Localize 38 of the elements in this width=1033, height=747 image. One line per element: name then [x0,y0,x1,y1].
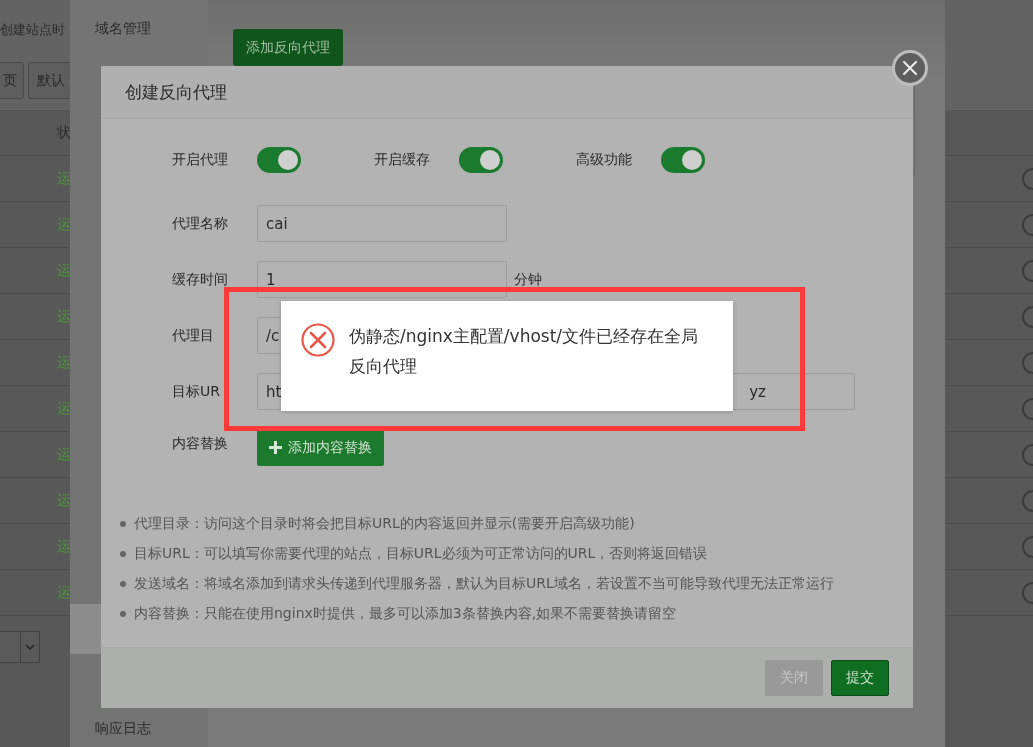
close-icon [902,60,918,76]
status-cell: 运 [57,169,71,188]
switch-label: 高级功能 [576,151,633,169]
status-cell: 运 [57,215,71,234]
switch-label: 开启代理 [172,151,229,169]
status-cell: 运 [57,491,71,510]
field-label: 缓存时间 [172,270,229,289]
status-cell: 运 [57,537,71,556]
sidebar-item[interactable]: 响应日志 [70,704,208,747]
field-label: 代理名称 [172,214,229,233]
help-note: 代理目录：访问这个目录时将会把目标URL的内容返回并显示(需要开启高级功能) [134,514,635,533]
submit-button[interactable]: 提交 [831,660,889,696]
toggle-switch[interactable] [459,147,503,173]
add-content-replace-button[interactable]: 添加内容替换 [257,429,384,466]
dialog-title: 创建反向代理 [125,80,227,104]
toggle-switch[interactable] [257,147,301,173]
field-label: 内容替换 [172,434,229,453]
field-label: 目标UR [172,382,221,401]
status-cell: 运 [57,307,71,326]
status-cell: 运 [57,261,71,280]
status-cell: 运 [57,445,71,464]
input-field[interactable]: cai [257,205,507,242]
error-icon [301,323,335,357]
plus-icon [269,441,282,454]
status-cell: 运 [57,353,71,372]
add-proxy-button[interactable]: 添加反向代理 [233,29,343,66]
unit-label: 分钟 [514,270,542,289]
status-cell: 运 [57,399,71,418]
help-note: 目标URL：可以填写你需要代理的站点，目标URL必须为可正常访问的URL，否则将返回错误 [134,544,708,563]
sidebar-item[interactable]: 域名管理 [70,4,208,54]
toggle-switch[interactable] [661,147,705,173]
help-note: 发送域名：将域名添加到请求头传递到代理服务器，默认为目标URL域名，若设置不当可能导致代理无法正常运行 [134,574,834,593]
error-message: 伪静态/nginx主配置/vhost/文件已经存在全局反向代理 [349,325,700,378]
switch-label: 开启缓存 [374,151,431,169]
caret-icon [25,644,35,650]
field-label: 代理目 [172,326,215,345]
help-note: 内容替换：只能在使用nginx时提供，最多可以添加3条替换内容,如果不需要替换请留空 [134,604,677,623]
status-cell: 运 [57,583,71,602]
